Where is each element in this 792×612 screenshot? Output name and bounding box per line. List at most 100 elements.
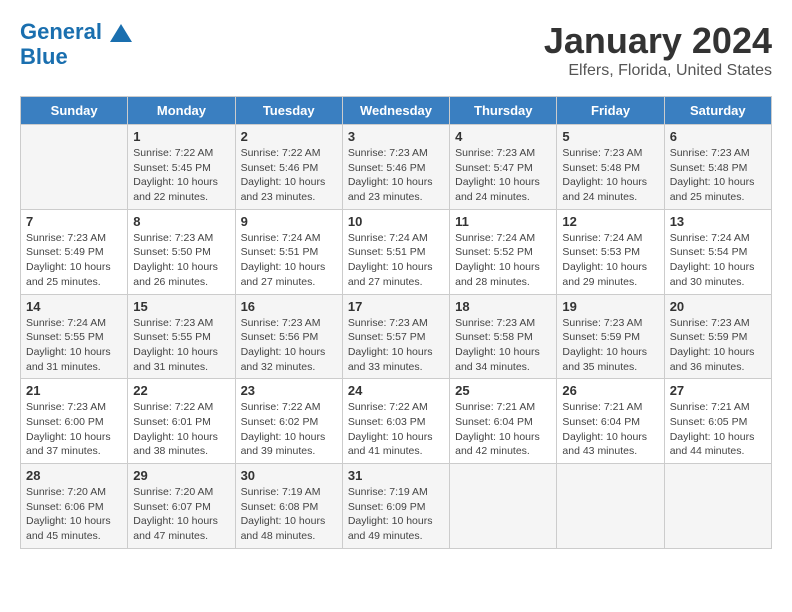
column-header-thursday: Thursday (450, 97, 557, 125)
day-info: Sunrise: 7:23 AM Sunset: 5:57 PM Dayligh… (348, 316, 444, 375)
day-number: 3 (348, 129, 444, 144)
calendar-cell: 12 Sunrise: 7:24 AM Sunset: 5:53 PM Dayli… (557, 209, 664, 294)
day-number: 7 (26, 214, 122, 229)
calendar-cell (664, 464, 771, 549)
day-number: 4 (455, 129, 551, 144)
day-info: Sunrise: 7:23 AM Sunset: 5:58 PM Dayligh… (455, 316, 551, 375)
day-info: Sunrise: 7:23 AM Sunset: 5:47 PM Dayligh… (455, 146, 551, 205)
day-info: Sunrise: 7:21 AM Sunset: 6:05 PM Dayligh… (670, 400, 766, 459)
day-number: 26 (562, 383, 658, 398)
calendar-cell: 15 Sunrise: 7:23 AM Sunset: 5:55 PM Dayli… (128, 294, 235, 379)
calendar-cell: 6Sunrise: 7:23 AM Sunset: 5:48 PM Daylig… (664, 125, 771, 210)
day-number: 27 (670, 383, 766, 398)
day-number: 13 (670, 214, 766, 229)
day-info: Sunrise: 7:23 AM Sunset: 5:46 PM Dayligh… (348, 146, 444, 205)
day-info: Sunrise: 7:23 AM Sunset: 6:00 PM Dayligh… (26, 400, 122, 459)
calendar-cell: 3 Sunrise: 7:23 AM Sunset: 5:46 PM Daylig… (342, 125, 449, 210)
calendar-cell: 9Sunrise: 7:24 AM Sunset: 5:51 PM Daylig… (235, 209, 342, 294)
day-number: 31 (348, 468, 444, 483)
day-number: 2 (241, 129, 337, 144)
column-header-friday: Friday (557, 97, 664, 125)
calendar-cell: 27 Sunrise: 7:21 AM Sunset: 6:05 PM Dayli… (664, 379, 771, 464)
calendar-cell (21, 125, 128, 210)
day-info: Sunrise: 7:22 AM Sunset: 6:03 PM Dayligh… (348, 400, 444, 459)
calendar-cell: 19 Sunrise: 7:23 AM Sunset: 5:59 PM Dayli… (557, 294, 664, 379)
calendar-cell: 30 Sunrise: 7:19 AM Sunset: 6:08 PM Dayli… (235, 464, 342, 549)
day-number: 19 (562, 299, 658, 314)
calendar-cell: 8 Sunrise: 7:23 AM Sunset: 5:50 PM Daylig… (128, 209, 235, 294)
calendar-week-row: 1 Sunrise: 7:22 AM Sunset: 5:45 PM Daylig… (21, 125, 772, 210)
day-info: Sunrise: 7:23 AM Sunset: 5:49 PM Dayligh… (26, 231, 122, 290)
day-number: 5 (562, 129, 658, 144)
day-number: 21 (26, 383, 122, 398)
day-info: Sunrise: 7:21 AM Sunset: 6:04 PM Dayligh… (455, 400, 551, 459)
logo-blue: Blue (20, 44, 132, 70)
calendar-cell: 29Sunrise: 7:20 AM Sunset: 6:07 PM Dayli… (128, 464, 235, 549)
calendar-cell: 13Sunrise: 7:24 AM Sunset: 5:54 PM Dayli… (664, 209, 771, 294)
calendar-cell: 1 Sunrise: 7:22 AM Sunset: 5:45 PM Daylig… (128, 125, 235, 210)
calendar-cell (557, 464, 664, 549)
calendar-cell: 5Sunrise: 7:23 AM Sunset: 5:48 PM Daylig… (557, 125, 664, 210)
calendar-cell: 22Sunrise: 7:22 AM Sunset: 6:01 PM Dayli… (128, 379, 235, 464)
calendar-week-row: 28 Sunrise: 7:20 AM Sunset: 6:06 PM Dayli… (21, 464, 772, 549)
calendar-week-row: 21 Sunrise: 7:23 AM Sunset: 6:00 PM Dayli… (21, 379, 772, 464)
calendar-cell: 25 Sunrise: 7:21 AM Sunset: 6:04 PM Dayli… (450, 379, 557, 464)
calendar-cell: 16 Sunrise: 7:23 AM Sunset: 5:56 PM Dayli… (235, 294, 342, 379)
column-header-tuesday: Tuesday (235, 97, 342, 125)
day-number: 12 (562, 214, 658, 229)
day-number: 11 (455, 214, 551, 229)
day-info: Sunrise: 7:23 AM Sunset: 5:59 PM Dayligh… (670, 316, 766, 375)
day-number: 24 (348, 383, 444, 398)
day-info: Sunrise: 7:23 AM Sunset: 5:50 PM Dayligh… (133, 231, 229, 290)
calendar-cell: 2Sunrise: 7:22 AM Sunset: 5:46 PM Daylig… (235, 125, 342, 210)
calendar-cell: 17 Sunrise: 7:23 AM Sunset: 5:57 PM Dayli… (342, 294, 449, 379)
day-info: Sunrise: 7:22 AM Sunset: 6:01 PM Dayligh… (133, 400, 229, 459)
logo-icon (110, 24, 132, 42)
title-area: January 2024 Elfers, Florida, United Sta… (544, 20, 772, 80)
calendar-cell: 31 Sunrise: 7:19 AM Sunset: 6:09 PM Dayli… (342, 464, 449, 549)
day-info: Sunrise: 7:20 AM Sunset: 6:06 PM Dayligh… (26, 485, 122, 544)
day-number: 16 (241, 299, 337, 314)
logo-text: General (20, 20, 132, 44)
day-number: 15 (133, 299, 229, 314)
calendar-week-row: 14 Sunrise: 7:24 AM Sunset: 5:55 PM Dayli… (21, 294, 772, 379)
day-info: Sunrise: 7:22 AM Sunset: 5:45 PM Dayligh… (133, 146, 229, 205)
day-info: Sunrise: 7:23 AM Sunset: 5:59 PM Dayligh… (562, 316, 658, 375)
day-number: 18 (455, 299, 551, 314)
calendar-cell (450, 464, 557, 549)
day-info: Sunrise: 7:23 AM Sunset: 5:55 PM Dayligh… (133, 316, 229, 375)
column-header-monday: Monday (128, 97, 235, 125)
calendar-cell: 26Sunrise: 7:21 AM Sunset: 6:04 PM Dayli… (557, 379, 664, 464)
calendar-week-row: 7 Sunrise: 7:23 AM Sunset: 5:49 PM Daylig… (21, 209, 772, 294)
column-header-sunday: Sunday (21, 97, 128, 125)
day-info: Sunrise: 7:24 AM Sunset: 5:53 PM Dayligh… (562, 231, 658, 290)
calendar-cell: 21 Sunrise: 7:23 AM Sunset: 6:00 PM Dayli… (21, 379, 128, 464)
day-number: 17 (348, 299, 444, 314)
day-info: Sunrise: 7:19 AM Sunset: 6:08 PM Dayligh… (241, 485, 337, 544)
day-number: 25 (455, 383, 551, 398)
day-number: 8 (133, 214, 229, 229)
day-number: 30 (241, 468, 337, 483)
page-subtitle: Elfers, Florida, United States (544, 62, 772, 80)
calendar-cell: 14 Sunrise: 7:24 AM Sunset: 5:55 PM Dayli… (21, 294, 128, 379)
page-title: January 2024 (544, 20, 772, 62)
calendar-header-row: SundayMondayTuesdayWednesdayThursdayFrid… (21, 97, 772, 125)
day-number: 10 (348, 214, 444, 229)
day-number: 1 (133, 129, 229, 144)
day-info: Sunrise: 7:24 AM Sunset: 5:55 PM Dayligh… (26, 316, 122, 375)
calendar-cell: 24 Sunrise: 7:22 AM Sunset: 6:03 PM Dayli… (342, 379, 449, 464)
calendar-cell: 11Sunrise: 7:24 AM Sunset: 5:52 PM Dayli… (450, 209, 557, 294)
day-number: 6 (670, 129, 766, 144)
day-info: Sunrise: 7:22 AM Sunset: 6:02 PM Dayligh… (241, 400, 337, 459)
day-info: Sunrise: 7:19 AM Sunset: 6:09 PM Dayligh… (348, 485, 444, 544)
day-number: 20 (670, 299, 766, 314)
calendar-cell: 10 Sunrise: 7:24 AM Sunset: 5:51 PM Dayli… (342, 209, 449, 294)
day-number: 28 (26, 468, 122, 483)
day-number: 23 (241, 383, 337, 398)
column-header-wednesday: Wednesday (342, 97, 449, 125)
day-info: Sunrise: 7:24 AM Sunset: 5:51 PM Dayligh… (348, 231, 444, 290)
day-info: Sunrise: 7:23 AM Sunset: 5:56 PM Dayligh… (241, 316, 337, 375)
calendar-cell: 18 Sunrise: 7:23 AM Sunset: 5:58 PM Dayli… (450, 294, 557, 379)
column-header-saturday: Saturday (664, 97, 771, 125)
day-number: 14 (26, 299, 122, 314)
